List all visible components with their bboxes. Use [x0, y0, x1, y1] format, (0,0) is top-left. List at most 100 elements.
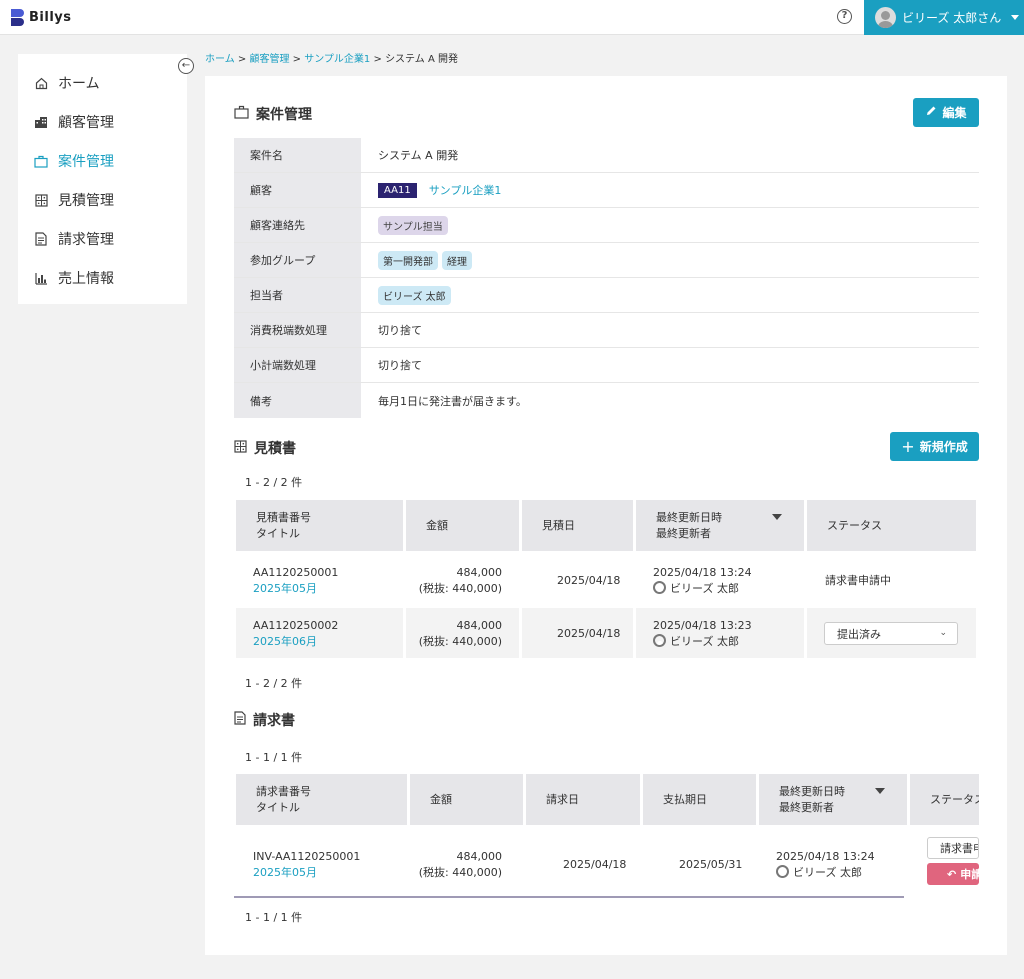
- breadcrumb-separator: >: [237, 54, 247, 65]
- col-header-updated[interactable]: 最終更新日時 最終更新者: [759, 774, 907, 825]
- detail-label: 小計端数処理: [234, 348, 361, 382]
- sort-desc-icon[interactable]: [772, 514, 782, 520]
- invoice-updated: 2025/04/18 13:24 ビリーズ 太郎: [776, 846, 875, 884]
- col-header-updated[interactable]: 最終更新日時 最終更新者: [636, 500, 804, 551]
- invoice-status-select[interactable]: 請求書申請中: [927, 837, 979, 859]
- new-estimate-button[interactable]: + 新規作成: [890, 432, 979, 461]
- estimate-updated: 2025/04/18 13:23 ビリーズ 太郎: [653, 615, 752, 653]
- header-text: タイトル: [256, 526, 300, 540]
- detail-row-groups: 参加グループ 第一開発部 経理: [234, 243, 979, 278]
- amount-ex-tax: (税抜: 440,000): [418, 582, 502, 595]
- calculator-icon: [234, 439, 247, 457]
- user-menu[interactable]: ビリーズ 太郎さん: [864, 0, 1024, 35]
- status-select[interactable]: 提出済み ⌄: [824, 622, 958, 645]
- sidebar-item-customers[interactable]: 顧客管理: [34, 112, 114, 132]
- pencil-icon: [925, 105, 937, 120]
- project-section-title: 案件管理: [234, 104, 312, 124]
- header-text: 金額: [430, 792, 452, 806]
- user-name: ビリーズ 太郎さん: [902, 11, 1002, 25]
- calculator-icon: [34, 193, 48, 207]
- estimates-section-title: 見積書: [234, 438, 296, 458]
- group-chip: 第一開発部: [378, 250, 438, 270]
- updated-at: 2025/04/18 13:23: [653, 619, 752, 632]
- breadcrumb-separator: >: [292, 54, 302, 65]
- main-card: 案件管理 編集 案件名 システム A 開発 顧客 AA11 サンプル企業1 顧客…: [205, 76, 1007, 955]
- document-icon: [234, 711, 246, 729]
- sidebar-item-label: 顧客管理: [58, 115, 114, 131]
- avatar: [875, 7, 896, 28]
- briefcase-icon: [34, 154, 48, 168]
- sidebar-item-estimates[interactable]: 見積管理: [34, 190, 114, 210]
- date-value: 2025/04/18: [557, 574, 621, 587]
- header-text: 支払期日: [663, 792, 707, 806]
- estimates-count-top: 1 - 2 / 2 件: [245, 476, 303, 489]
- estimate-amount: 484,000 (税抜: 440,000): [406, 562, 502, 600]
- table-row-invoice-1: INV-AA1120250001 2025年05月: [253, 846, 360, 884]
- due-value: 2025/05/31: [679, 858, 743, 871]
- group-chip: 経理: [442, 250, 472, 270]
- invoices-section-title: 請求書: [234, 710, 295, 730]
- sidebar-item-home[interactable]: ホーム: [34, 73, 100, 93]
- header-text: 見積書番号: [256, 510, 311, 524]
- breadcrumb-separator: >: [373, 54, 382, 65]
- user-avatar-icon: [653, 634, 666, 647]
- help-icon[interactable]: ?: [837, 9, 852, 24]
- sidebar-item-invoices[interactable]: 請求管理: [34, 229, 114, 249]
- contact-chip: サンプル担当: [378, 215, 448, 235]
- invoice-amount: 484,000 (税抜: 440,000): [410, 846, 502, 884]
- col-header-status: ステータス: [807, 500, 976, 551]
- detail-label: 参加グループ: [234, 243, 361, 277]
- estimate-updated: 2025/04/18 13:24 ビリーズ 太郎: [653, 562, 752, 600]
- new-estimate-label: 新規作成: [919, 440, 968, 454]
- header-text: ステータス: [827, 518, 882, 532]
- assignee-chip: ビリーズ 太郎: [378, 285, 451, 305]
- sidebar-item-projects[interactable]: 案件管理: [34, 151, 114, 171]
- detail-label: 案件名: [234, 138, 361, 172]
- estimate-date: 2025/04/18: [557, 562, 620, 600]
- estimates-title: 見積書: [254, 441, 296, 457]
- estimate-title-link[interactable]: 2025年05月: [253, 581, 338, 597]
- invoices-count-bottom: 1 - 1 / 1 件: [245, 911, 303, 924]
- breadcrumb-customer[interactable]: サンプル企業1: [304, 54, 370, 65]
- table-row-estimate-2: AA1120250002 2025年06月: [253, 615, 338, 653]
- user-avatar-icon: [776, 865, 789, 878]
- select-value: 提出済み: [837, 627, 881, 641]
- sidebar-item-label: 案件管理: [58, 154, 114, 170]
- estimate-title-link[interactable]: 2025年06月: [253, 634, 338, 650]
- chevron-down-icon: ⌄: [939, 628, 947, 638]
- bar-chart-icon: [34, 271, 48, 285]
- detail-label: 担当者: [234, 278, 361, 312]
- undo-icon: ↶: [947, 867, 957, 881]
- table-row-estimate-1: AA1120250001 2025年05月: [253, 562, 338, 600]
- amount-ex-tax: (税抜: 440,000): [418, 866, 502, 879]
- header-text: 最終更新日時: [779, 784, 845, 798]
- customer-code-badge: AA11: [378, 182, 417, 198]
- detail-row-customer: 顧客 AA11 サンプル企業1: [234, 173, 979, 208]
- col-header-amount: 金額: [406, 500, 519, 551]
- cancel-request-button[interactable]: ↶ 申請取消: [927, 863, 979, 885]
- collapse-sidebar-icon[interactable]: ←: [178, 58, 194, 74]
- app-logo[interactable]: Billys: [11, 9, 72, 26]
- breadcrumb-current: システム A 開発: [385, 54, 458, 65]
- chevron-down-icon: [1011, 15, 1020, 20]
- estimate-number: AA1120250001: [253, 566, 339, 579]
- user-avatar-icon: [653, 581, 666, 594]
- invoice-title-link[interactable]: 2025年05月: [253, 865, 360, 881]
- invoices-count-top: 1 - 1 / 1 件: [245, 751, 303, 764]
- estimate-number: AA1120250002: [253, 619, 339, 632]
- detail-row-name: 案件名 システム A 開発: [234, 138, 979, 173]
- customer-link[interactable]: サンプル企業1: [429, 182, 502, 198]
- detail-row-assignee: 担当者 ビリーズ 太郎: [234, 278, 979, 313]
- breadcrumb-customers[interactable]: 顧客管理: [249, 54, 289, 65]
- sidebar-item-sales[interactable]: 売上情報: [34, 268, 114, 288]
- updated-by: ビリーズ 太郎: [793, 866, 862, 879]
- table-bottom-divider: [234, 896, 904, 898]
- detail-label: 顧客連絡先: [234, 208, 361, 242]
- status-text: 請求書申請中: [825, 574, 891, 587]
- breadcrumb-home[interactable]: ホーム: [205, 54, 235, 65]
- date-value: 2025/04/18: [563, 858, 627, 871]
- sort-desc-icon[interactable]: [875, 788, 885, 794]
- col-header-amount: 金額: [410, 774, 523, 825]
- col-header-invoice-date: 請求日: [526, 774, 640, 825]
- edit-button[interactable]: 編集: [913, 98, 979, 127]
